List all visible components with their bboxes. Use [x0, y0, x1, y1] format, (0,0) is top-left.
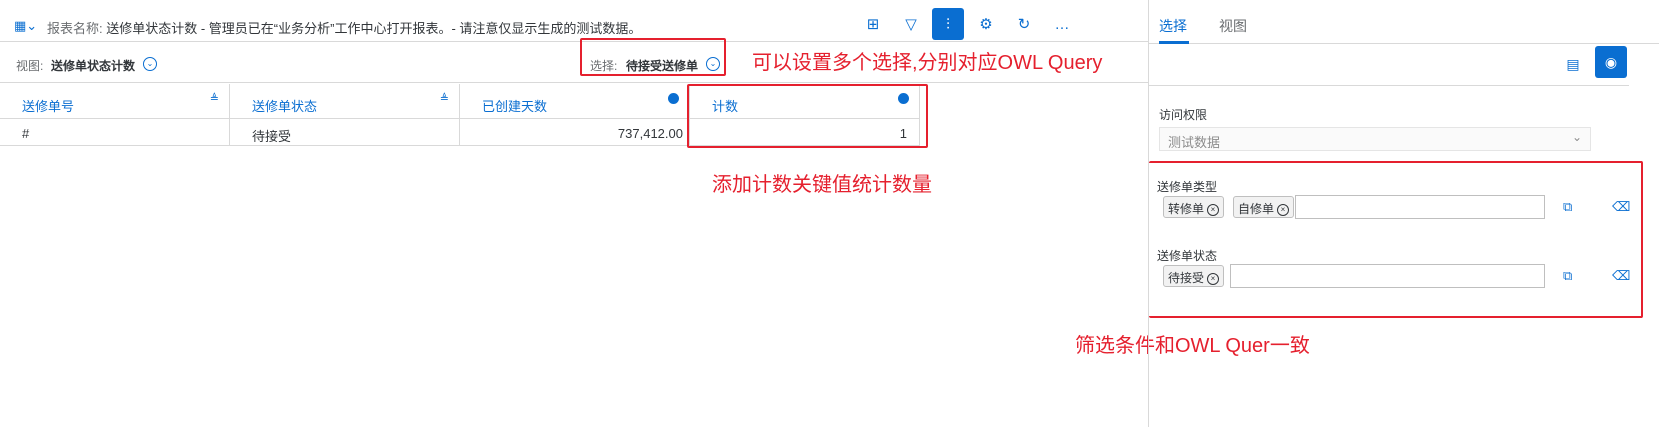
table-view-icon[interactable]: ▦⌄ [14, 18, 37, 34]
column-header-label: 送修单状态 [252, 99, 318, 114]
eraser-icon[interactable]: ⌫ [1612, 268, 1630, 284]
type-label: 送修单类型 [1157, 180, 1218, 194]
report-title: 报表名称: 送修单状态计数 - 管理员已在“业务分析”工作中心打开报表。- 请注… [47, 18, 641, 37]
column-header[interactable]: 送修单状态 ≜ [230, 84, 460, 119]
view-selection-icon[interactable]: ◉ [1595, 46, 1627, 78]
tab-selection[interactable]: 选择 [1159, 16, 1187, 36]
column-header-label: 送修单号 [22, 99, 75, 114]
report-name: 送修单状态计数 - 管理员已在“业务分析”工作中心打开报表。- 请注意仅显示生成… [106, 21, 642, 36]
selection-annotation: 可以设置多个选择,分别对应OWL Query [752, 52, 1103, 74]
remove-token-icon[interactable]: × [1207, 203, 1220, 216]
access-dropdown[interactable]: 测试数据 ⌄ [1159, 127, 1591, 151]
token-label: 自修单 [1238, 202, 1275, 216]
count-highlight-box [687, 84, 928, 148]
table-cell: 737,412.00 [460, 119, 690, 146]
token-label: 待接受 [1168, 271, 1205, 285]
panel-tabs: 选择 视图 [1149, 0, 1659, 44]
status-label: 送修单状态 [1157, 249, 1218, 263]
settings-panel: 选择 视图 ▤ ◉ 访问权限 测试数据 ⌄ 送修单类型 转修单 × 自修单 × ⧉ … [1148, 0, 1659, 427]
panel-toolbar: ▤ ◉ [1149, 44, 1629, 86]
view-label: 视图: [16, 59, 44, 73]
column-header[interactable]: 已创建天数 [460, 84, 690, 119]
share-icon[interactable]: ⚙ [970, 8, 1002, 40]
filter-highlight-box [1149, 161, 1643, 318]
sort-icon[interactable]: ≜ [440, 92, 449, 105]
access-label: 访问权限 [1159, 108, 1208, 122]
column-header[interactable]: 送修单号 ≜ [0, 84, 230, 119]
value-help-icon[interactable]: ⧉ [1563, 268, 1572, 284]
type-token[interactable]: 转修单 × [1163, 196, 1225, 218]
tab-view[interactable]: 视图 [1219, 16, 1247, 36]
table-settings-icon[interactable]: ⊞ [857, 8, 889, 40]
count-annotation: 添加计数关键值统计数量 [712, 174, 932, 196]
column-header-label: 已创建天数 [482, 99, 548, 114]
value-help-icon[interactable]: ⧉ [1563, 199, 1572, 215]
save-selection-icon[interactable]: ▤ [1557, 48, 1589, 80]
status-token[interactable]: 待接受 × [1163, 265, 1225, 287]
view-dropdown-icon[interactable]: ⌄ [143, 57, 157, 71]
report-area: ▦⌄ 报表名称: 送修单状态计数 - 管理员已在“业务分析”工作中心打开报表。-… [0, 0, 1310, 427]
table-cell: # [0, 119, 230, 146]
selection-highlight-box [580, 38, 726, 76]
status-input[interactable] [1230, 264, 1545, 288]
view-value: 送修单状态计数 [51, 59, 136, 73]
filter-icon[interactable]: ▽ [895, 8, 927, 40]
table-cell: 待接受 [230, 119, 460, 146]
access-value: 测试数据 [1168, 135, 1221, 150]
key-figure-dot-icon [668, 93, 679, 104]
token-label: 转修单 [1168, 202, 1205, 216]
sort-icon[interactable]: ≜ [210, 92, 219, 105]
more-icon[interactable]: … [1046, 8, 1078, 40]
remove-token-icon[interactable]: × [1277, 203, 1290, 216]
chevron-down-icon: ⌄ [1571, 130, 1582, 144]
report-header: ▦⌄ 报表名称: 送修单状态计数 - 管理员已在“业务分析”工作中心打开报表。-… [0, 8, 1148, 42]
type-input[interactable] [1295, 195, 1545, 219]
report-name-label: 报表名称: [47, 21, 103, 36]
type-token[interactable]: 自修单 × [1233, 196, 1295, 218]
sliders-icon[interactable]: ⫶ [932, 8, 964, 40]
refresh-icon[interactable]: ↻ [1008, 8, 1040, 40]
eraser-icon[interactable]: ⌫ [1612, 199, 1630, 215]
remove-token-icon[interactable]: × [1207, 272, 1220, 285]
